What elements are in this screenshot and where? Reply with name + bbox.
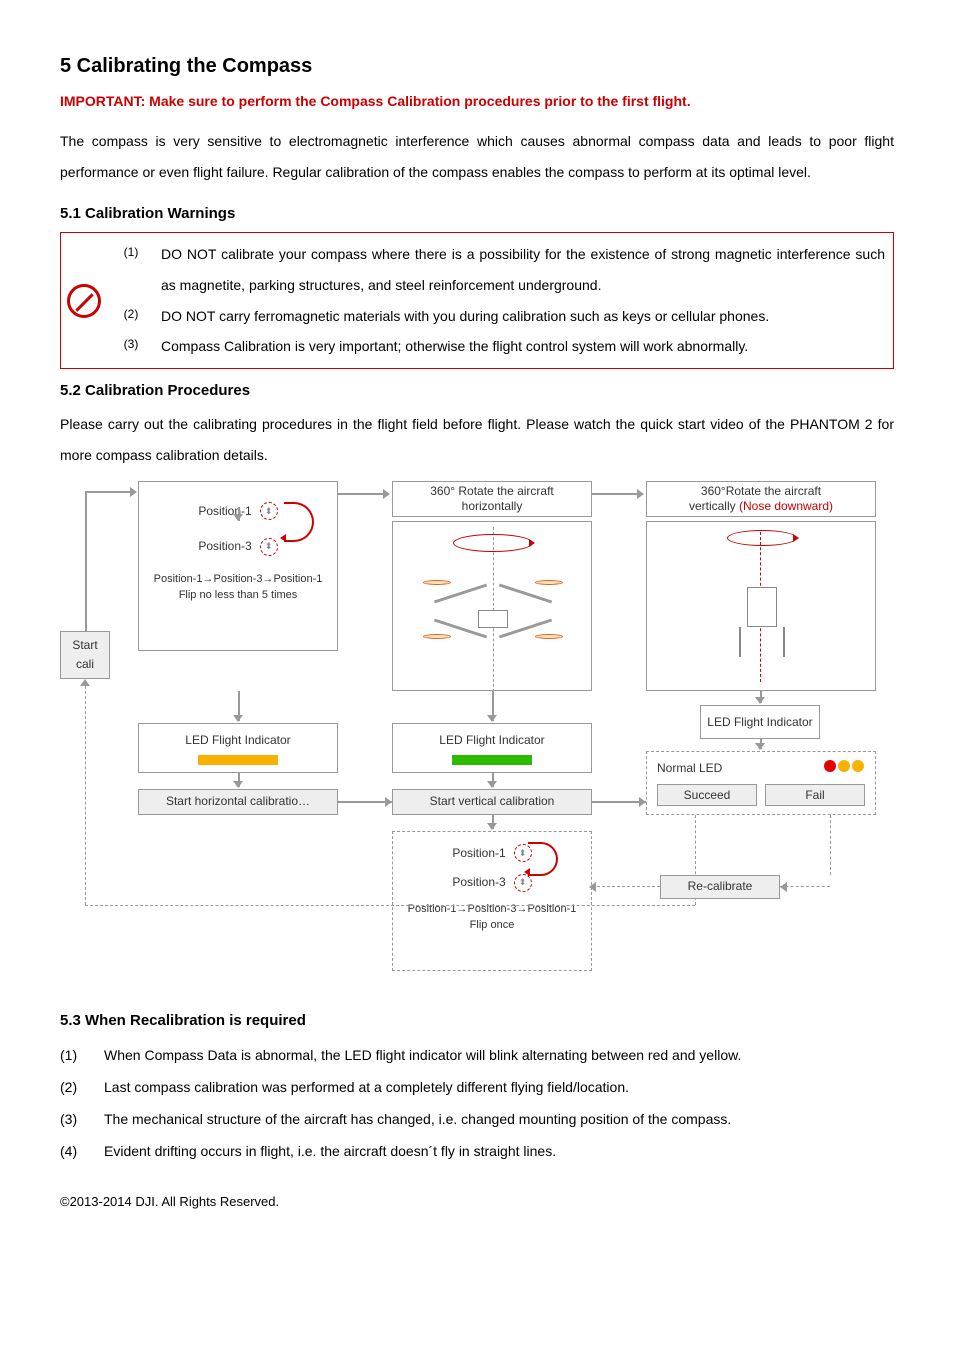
led-yellow-bar [198, 755, 278, 765]
connector-line [592, 493, 637, 495]
position1-label: Position-1 [452, 844, 505, 863]
warning-number: (1) [111, 239, 151, 301]
warning-item: (3) Compass Calibration is very important… [111, 331, 885, 362]
warnings-list: (1)DO NOT calibrate your compass where t… [111, 239, 885, 362]
position3-label: Position-3 [198, 537, 251, 556]
recalibration-list: (1)When Compass Data is abnormal, the LE… [60, 1039, 894, 1168]
led-label: LED Flight Indicator [185, 731, 290, 750]
step1-led-box: LED Flight Indicator [138, 723, 338, 773]
dashed-connector [85, 681, 86, 905]
step3-title: 360°Rotate the aircraft vertically (Nose… [646, 481, 876, 517]
arrowhead-icon [589, 882, 596, 892]
step1-action: Start horizontal calibratio… [138, 789, 338, 815]
step2-drone-box [392, 521, 592, 691]
step2-led-box: LED Flight Indicator [392, 723, 592, 773]
flip-count: Flip no less than 5 times [154, 588, 323, 603]
recalib-item: (2)Last compass calibration was performe… [60, 1071, 894, 1103]
led-green-bar [452, 755, 532, 765]
arrowhead-icon [487, 823, 497, 830]
arrowhead-icon [385, 797, 392, 807]
arrowhead-icon [755, 743, 765, 750]
step3-drone-box [646, 521, 876, 691]
dashed-connector [830, 815, 831, 875]
step2-title: 360° Rotate the aircraft horizontally [392, 481, 592, 517]
arrowhead-icon [383, 489, 390, 499]
flip-arrow-icon [284, 502, 314, 542]
item-number: (4) [60, 1135, 96, 1167]
section-title: 5 Calibrating the Compass [60, 50, 894, 82]
arrowhead-icon [487, 715, 497, 722]
warning-item: (1)DO NOT calibrate your compass where t… [111, 239, 885, 301]
connector-line [338, 493, 383, 495]
arrowhead-icon [233, 781, 243, 788]
calibration-diagram: Start cali Quickly flip the switch S1 Po… [60, 481, 894, 1001]
dashed-connector [85, 905, 695, 906]
heading-53: 5.3 When Recalibration is required [60, 1009, 894, 1033]
item-text: Evident drifting occurs in flight, i.e. … [104, 1135, 556, 1167]
recalib-item: (1)When Compass Data is abnormal, the LE… [60, 1039, 894, 1071]
rotate-v-line2: vertically [689, 499, 736, 513]
important-notice: IMPORTANT: Make sure to perform the Comp… [60, 90, 894, 112]
flip-arrow-icon [528, 842, 558, 876]
normal-led-label: Normal LED [657, 759, 722, 778]
warning-number: (2) [111, 301, 151, 332]
warning-text: DO NOT carry ferromagnetic materials wit… [161, 301, 885, 332]
item-number: (2) [60, 1071, 96, 1103]
arrowhead-icon [755, 697, 765, 704]
copyright-footer: ©2013-2014 DJI. All Rights Reserved. [60, 1192, 894, 1213]
item-text: When Compass Data is abnormal, the LED f… [104, 1039, 741, 1071]
warning-item: (2) DO NOT carry ferromagnetic materials … [111, 301, 885, 332]
flip-once-label: Flip once [408, 918, 577, 933]
connector-line [85, 491, 130, 493]
arrowhead-icon [487, 781, 497, 788]
position1-label: Position-1 [198, 502, 251, 521]
dashed-connector [780, 886, 830, 887]
item-text: Last compass calibration was performed a… [104, 1071, 629, 1103]
arrowhead-icon [637, 489, 644, 499]
arrowhead-icon [130, 487, 137, 497]
switch-sequence: Position-1→Position-3→Position-1 [154, 572, 323, 587]
led-result-box: Normal LED Succeed Fail [646, 751, 876, 815]
succeed-box: Succeed [657, 784, 757, 806]
switch-icon: ⬍ [260, 538, 278, 556]
nose-downward: (Nose downward) [739, 499, 833, 513]
rotate-v-line1: 360°Rotate the aircraft [701, 484, 821, 498]
connector-line [338, 801, 392, 803]
item-text: The mechanical structure of the aircraft… [104, 1103, 731, 1135]
led-label: LED Flight Indicator [439, 731, 544, 750]
position3-label: Position-3 [452, 873, 505, 892]
rotate-h-line1: 360° Rotate the aircraft [430, 484, 554, 498]
warnings-box: (1)DO NOT calibrate your compass where t… [60, 232, 894, 369]
recalibrate-box: Re-calibrate [660, 875, 780, 899]
step2-action: Start vertical calibration [392, 789, 592, 815]
flip-once-box: Position-1⬍ Position-3⬍ Position-1→Posit… [392, 831, 592, 971]
heading-52: 5.2 Calibration Procedures [60, 379, 894, 403]
arrowhead-icon [80, 679, 90, 686]
warning-number: (3) [111, 331, 151, 362]
fail-box: Fail [765, 784, 865, 806]
rotate-h-line2: horizontally [462, 499, 523, 513]
warning-text: Compass Calibration is very important; o… [161, 331, 885, 362]
connector-line [592, 801, 646, 803]
arrowhead-icon [233, 514, 243, 521]
arrowhead-icon [639, 797, 646, 807]
procedures-intro: Please carry out the calibrating procedu… [60, 409, 894, 471]
recalib-item: (3)The mechanical structure of the aircr… [60, 1103, 894, 1135]
switch-icon: ⬍ [260, 502, 278, 520]
dashed-connector [592, 886, 660, 887]
arrowhead-icon [233, 715, 243, 722]
warning-text: DO NOT calibrate your compass where ther… [161, 239, 885, 301]
item-number: (1) [60, 1039, 96, 1071]
led-flight-indicator-label: LED Flight Indicator [700, 705, 820, 739]
intro-text: The compass is very sensitive to electro… [60, 126, 894, 188]
connector-line [85, 491, 87, 631]
start-cali-box: Start cali [60, 631, 110, 679]
arrowhead-icon [780, 882, 787, 892]
item-number: (3) [60, 1103, 96, 1135]
heading-51: 5.1 Calibration Warnings [60, 202, 894, 226]
recalib-item: (4)Evident drifting occurs in flight, i.… [60, 1135, 894, 1167]
switch-icon: ⬍ [514, 874, 532, 892]
prohibit-icon [67, 284, 101, 318]
